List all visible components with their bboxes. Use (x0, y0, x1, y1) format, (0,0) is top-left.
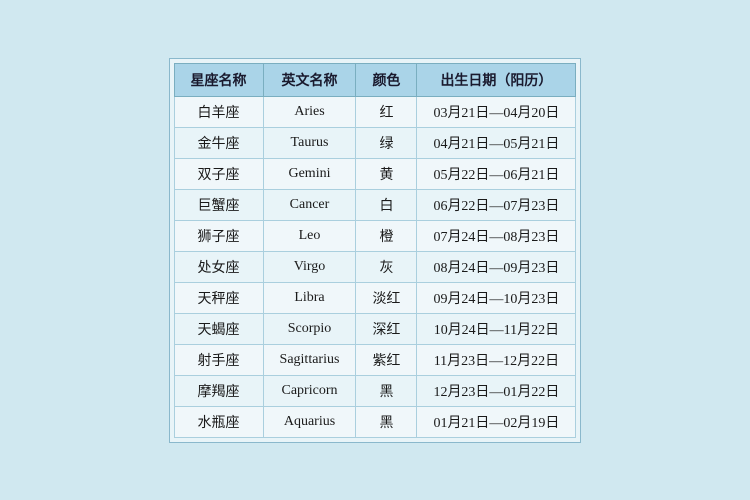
cell-chinese-name: 摩羯座 (174, 375, 263, 406)
cell-english-name: Leo (263, 220, 356, 251)
cell-english-name: Taurus (263, 127, 356, 158)
table-header-row: 星座名称 英文名称 颜色 出生日期（阳历） (174, 63, 576, 96)
table-row: 天蝎座Scorpio深红10月24日—11月22日 (174, 313, 576, 344)
cell-chinese-name: 白羊座 (174, 96, 263, 127)
cell-dates: 03月21日—04月20日 (417, 96, 576, 127)
table-row: 射手座Sagittarius紫红11月23日—12月22日 (174, 344, 576, 375)
cell-english-name: Libra (263, 282, 356, 313)
cell-chinese-name: 处女座 (174, 251, 263, 282)
table-row: 天秤座Libra淡红09月24日—10月23日 (174, 282, 576, 313)
cell-english-name: Scorpio (263, 313, 356, 344)
zodiac-table: 星座名称 英文名称 颜色 出生日期（阳历） 白羊座Aries红03月21日—04… (174, 63, 577, 438)
table-row: 白羊座Aries红03月21日—04月20日 (174, 96, 576, 127)
cell-color: 灰 (356, 251, 417, 282)
cell-english-name: Cancer (263, 189, 356, 220)
cell-color: 黄 (356, 158, 417, 189)
table-row: 处女座Virgo灰08月24日—09月23日 (174, 251, 576, 282)
header-chinese-name: 星座名称 (174, 63, 263, 96)
cell-english-name: Capricorn (263, 375, 356, 406)
cell-dates: 10月24日—11月22日 (417, 313, 576, 344)
cell-chinese-name: 射手座 (174, 344, 263, 375)
cell-chinese-name: 天蝎座 (174, 313, 263, 344)
cell-dates: 07月24日—08月23日 (417, 220, 576, 251)
table-row: 巨蟹座Cancer白06月22日—07月23日 (174, 189, 576, 220)
table-row: 水瓶座Aquarius黑01月21日—02月19日 (174, 406, 576, 437)
cell-dates: 04月21日—05月21日 (417, 127, 576, 158)
cell-english-name: Aries (263, 96, 356, 127)
cell-chinese-name: 金牛座 (174, 127, 263, 158)
cell-english-name: Aquarius (263, 406, 356, 437)
zodiac-table-container: 星座名称 英文名称 颜色 出生日期（阳历） 白羊座Aries红03月21日—04… (169, 58, 582, 443)
cell-chinese-name: 巨蟹座 (174, 189, 263, 220)
cell-english-name: Sagittarius (263, 344, 356, 375)
cell-color: 白 (356, 189, 417, 220)
cell-dates: 11月23日—12月22日 (417, 344, 576, 375)
cell-dates: 12月23日—01月22日 (417, 375, 576, 406)
cell-color: 黑 (356, 406, 417, 437)
table-row: 金牛座Taurus绿04月21日—05月21日 (174, 127, 576, 158)
cell-english-name: Virgo (263, 251, 356, 282)
cell-dates: 05月22日—06月21日 (417, 158, 576, 189)
cell-color: 紫红 (356, 344, 417, 375)
table-row: 狮子座Leo橙07月24日—08月23日 (174, 220, 576, 251)
cell-color: 深红 (356, 313, 417, 344)
header-english-name: 英文名称 (263, 63, 356, 96)
cell-color: 黑 (356, 375, 417, 406)
cell-color: 红 (356, 96, 417, 127)
cell-chinese-name: 天秤座 (174, 282, 263, 313)
cell-dates: 01月21日—02月19日 (417, 406, 576, 437)
cell-dates: 08月24日—09月23日 (417, 251, 576, 282)
cell-color: 橙 (356, 220, 417, 251)
cell-dates: 06月22日—07月23日 (417, 189, 576, 220)
table-row: 摩羯座Capricorn黑12月23日—01月22日 (174, 375, 576, 406)
cell-chinese-name: 双子座 (174, 158, 263, 189)
header-color: 颜色 (356, 63, 417, 96)
cell-color: 淡红 (356, 282, 417, 313)
cell-chinese-name: 水瓶座 (174, 406, 263, 437)
cell-chinese-name: 狮子座 (174, 220, 263, 251)
cell-dates: 09月24日—10月23日 (417, 282, 576, 313)
table-row: 双子座Gemini黄05月22日—06月21日 (174, 158, 576, 189)
cell-color: 绿 (356, 127, 417, 158)
cell-english-name: Gemini (263, 158, 356, 189)
header-dates: 出生日期（阳历） (417, 63, 576, 96)
